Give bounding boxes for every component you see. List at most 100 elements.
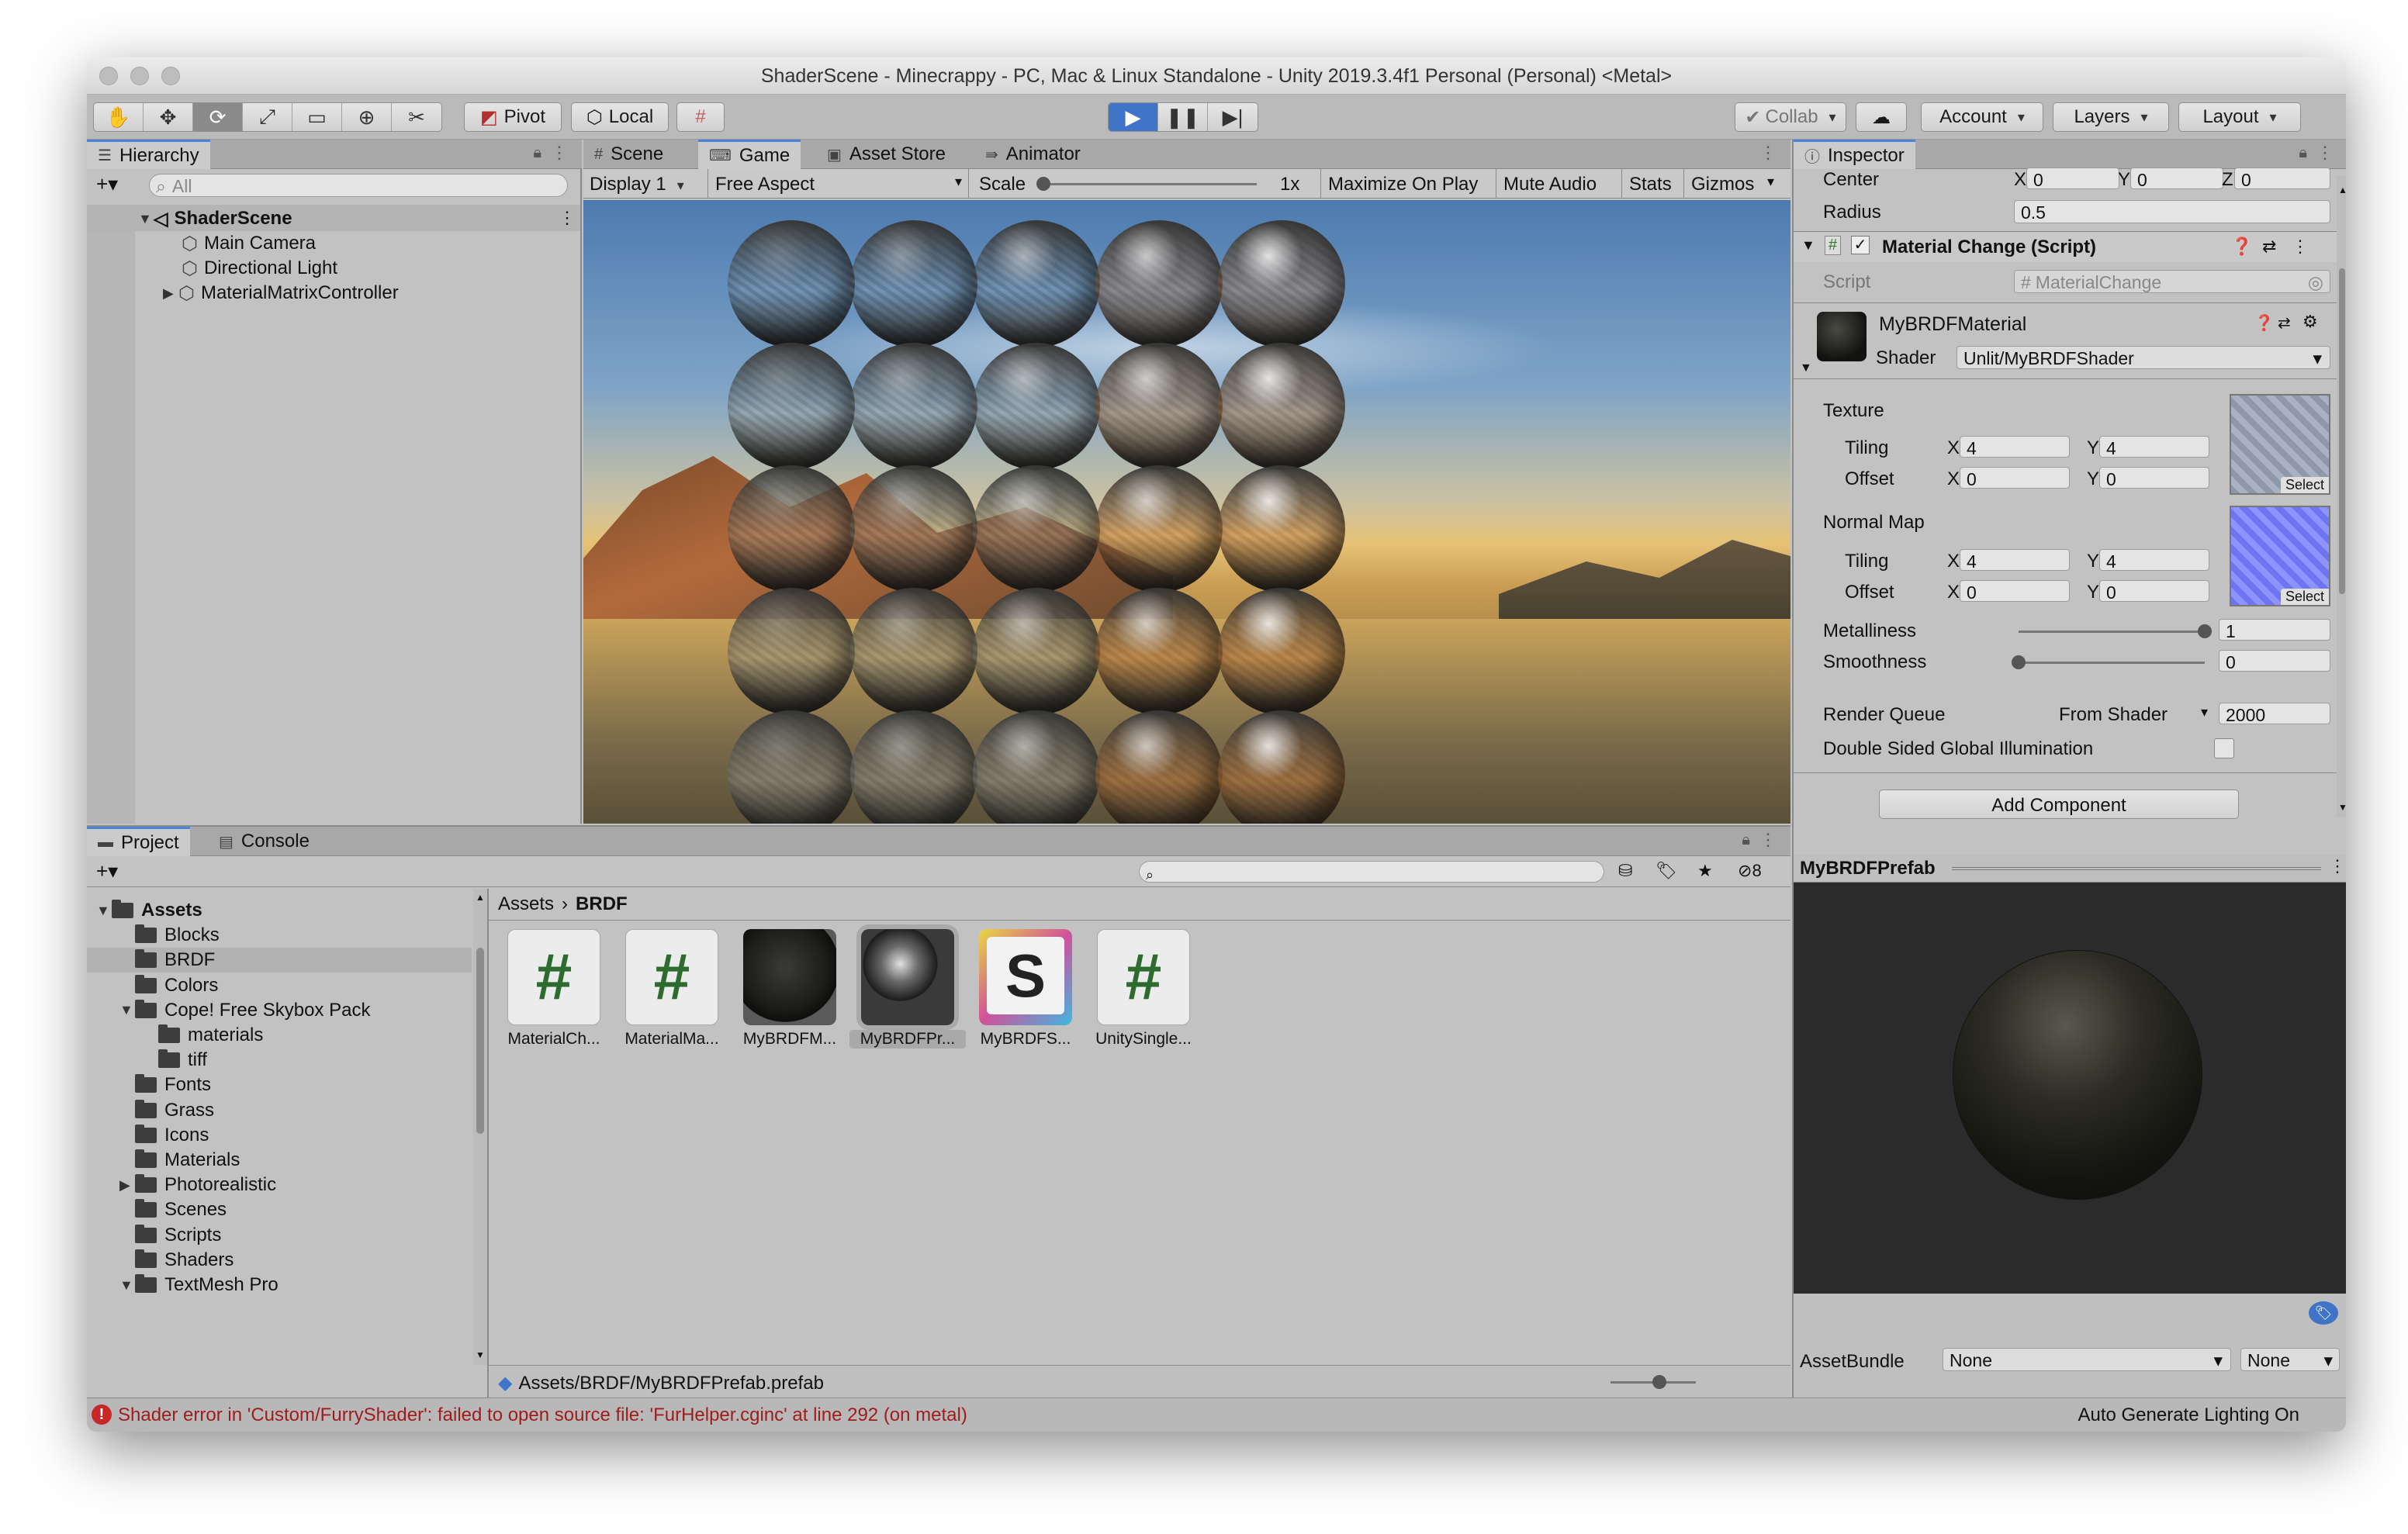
assetbundle-variant-dropdown[interactable]: None ▾ [2240, 1348, 2340, 1371]
project-tree-item[interactable]: Blocks [87, 923, 472, 948]
lock-icon[interactable]: 🔒︎ [1742, 831, 1750, 849]
asset-prefab-icon[interactable] [861, 929, 954, 1025]
project-tree-item[interactable]: Shaders [87, 1248, 472, 1273]
asset-label[interactable]: MyBRDFM... [732, 1030, 848, 1049]
texture-select-button[interactable]: Select [2280, 477, 2329, 493]
project-search-input[interactable]: ⌕ [1139, 861, 1604, 883]
help-icon[interactable]: ❓ [2254, 313, 2274, 333]
aspect-dropdown[interactable]: Free Aspect ▾ [715, 174, 962, 195]
expand-arrow-icon[interactable]: ▼ [119, 1277, 135, 1294]
step-button[interactable]: ▶| [1208, 103, 1258, 131]
scene-menu-icon[interactable]: ⋮ [559, 208, 576, 228]
pivot-toggle[interactable]: ◩ Pivot [464, 102, 562, 132]
component-enabled-checkbox[interactable]: ✓ [1851, 236, 1870, 254]
create-asset-dropdown[interactable]: +▾ [96, 859, 118, 883]
project-tree-item[interactable]: ▶ Photorealistic [87, 1173, 472, 1197]
scroll-up-icon[interactable]: ▲ [476, 892, 485, 903]
hierarchy-search-input[interactable]: ⌕ All [149, 174, 568, 197]
smoothness-field[interactable]: 0 [2219, 650, 2330, 672]
presets-icon[interactable]: ⇄ [2278, 313, 2291, 333]
assetbundle-dropdown[interactable]: None ▾ [1943, 1348, 2231, 1371]
smoothness-slider-track[interactable] [2019, 662, 2205, 664]
tab-hierarchy[interactable]: ☰ Hierarchy [87, 140, 210, 169]
project-tree-item[interactable]: tiff [87, 1048, 472, 1073]
asset-label-icon[interactable]: 🏷︎ [2309, 1301, 2338, 1325]
texture-tiling-y-field[interactable]: 4 [2099, 436, 2209, 458]
transform-tool-icon[interactable]: ⊕ [342, 103, 392, 131]
kebab-menu-icon[interactable]: ⋮ [1759, 830, 1777, 850]
scroll-up-icon[interactable]: ▲ [2338, 185, 2346, 195]
maximize-on-play-toggle[interactable]: Maximize On Play [1328, 174, 1478, 195]
project-tree-scrollbar[interactable]: ▲ ▼ [473, 889, 487, 1365]
preview-menu-icon[interactable]: ⋮ [2329, 856, 2346, 876]
inspector-scrollbar[interactable]: ▲ ▼ [2337, 175, 2346, 817]
lock-icon[interactable]: 🔒︎ [2299, 144, 2307, 162]
asset-shader-icon[interactable]: S [979, 929, 1072, 1025]
radius-field[interactable]: 0.5 [2014, 200, 2330, 223]
asset-label[interactable]: MaterialMa... [614, 1030, 730, 1049]
asset-script-icon[interactable]: # [507, 929, 600, 1025]
component-header[interactable]: ▼ # ✓ Material Change (Script) ❓ ⇄ ⋮ [1794, 233, 2337, 262]
asset-script-icon[interactable]: # [1097, 929, 1190, 1025]
rotate-tool-icon[interactable]: ⟳ [193, 103, 243, 131]
object-picker-icon[interactable]: ◎ [2308, 272, 2323, 293]
metalliness-field[interactable]: 1 [2219, 619, 2330, 641]
tab-scene[interactable]: # Scene [583, 140, 674, 169]
expand-arrow-icon[interactable]: ▼ [119, 1002, 135, 1018]
component-menu-icon[interactable]: ⋮ [2292, 237, 2309, 257]
preview-drag-handle[interactable] [1952, 867, 2321, 870]
scroll-down-icon[interactable]: ▼ [2338, 802, 2346, 813]
asset-material-icon[interactable] [743, 929, 836, 1025]
gizmos-toggle[interactable]: Gizmos [1691, 174, 1754, 195]
project-tree-item[interactable]: Scenes [87, 1197, 472, 1222]
scrollbar-thumb[interactable] [2339, 268, 2345, 594]
project-tree-item[interactable]: Colors [87, 973, 472, 998]
display-dropdown[interactable]: Display 1 [590, 174, 684, 195]
scene-item[interactable]: ▼ ◁ ShaderScene [138, 206, 292, 231]
tab-project[interactable]: ▬ Project [87, 827, 190, 856]
breadcrumb-brdf[interactable]: BRDF [576, 893, 628, 914]
project-tree-item[interactable]: ▼ Cope! Free Skybox Pack [87, 998, 472, 1023]
double-sided-gi-checkbox[interactable] [2214, 738, 2234, 758]
settings-gear-icon[interactable]: ⚙ [2302, 312, 2318, 332]
asset-label[interactable]: UnitySingle... [1085, 1030, 1202, 1049]
play-button[interactable]: ▶ [1109, 103, 1158, 131]
tab-asset-store[interactable]: ▣ Asset Store [816, 140, 957, 169]
grid-snap-button[interactable]: # [676, 102, 725, 132]
scroll-down-icon[interactable]: ▼ [476, 1349, 485, 1360]
layers-dropdown[interactable]: Layers [2053, 102, 2169, 132]
project-tree-item[interactable]: Materials [87, 1148, 472, 1173]
expand-arrow-icon[interactable]: ▼ [96, 903, 112, 919]
smoothness-slider-handle[interactable] [2012, 655, 2026, 669]
scrollbar-thumb[interactable] [476, 948, 484, 1134]
tab-game[interactable]: ⌨ Game [698, 140, 801, 169]
project-tree-item[interactable]: materials [87, 1023, 472, 1048]
center-x-field[interactable]: 0 [2026, 168, 2119, 190]
project-tree-item[interactable]: Scripts [87, 1223, 472, 1248]
account-dropdown[interactable]: Account [1921, 102, 2043, 132]
icon-size-slider-handle[interactable] [1652, 1375, 1666, 1389]
rect-tool-icon[interactable]: ▭ [292, 103, 342, 131]
help-icon[interactable]: ❓ [2231, 237, 2252, 257]
normal-map-slot[interactable]: Select [2230, 506, 2330, 606]
layout-dropdown[interactable]: Layout [2178, 102, 2301, 132]
render-queue-mode-dropdown[interactable]: From Shader ▾ [2059, 704, 2211, 726]
kebab-menu-icon[interactable]: ⋮ [2316, 143, 2334, 163]
kebab-menu-icon[interactable]: ⋮ [551, 143, 568, 163]
scale-slider-track[interactable] [1040, 183, 1257, 185]
hidden-packages-toggle[interactable]: ⊘8 [1738, 861, 1762, 881]
scale-slider-handle[interactable] [1036, 177, 1050, 191]
tab-console[interactable]: ▤ Console [208, 827, 320, 856]
favorite-star-icon[interactable]: ★ [1697, 861, 1713, 881]
hand-tool-icon[interactable]: ✋ [94, 103, 144, 131]
normal-tiling-y-field[interactable]: 4 [2099, 549, 2209, 572]
create-dropdown[interactable]: +▾ [96, 172, 118, 196]
texture-offset-x-field[interactable]: 0 [1960, 467, 2070, 489]
project-tree-item[interactable]: Icons [87, 1123, 472, 1148]
asset-label[interactable]: MyBRDFPr... [849, 1030, 966, 1049]
scale-tool-icon[interactable]: ⤢ [243, 103, 292, 131]
mute-audio-toggle[interactable]: Mute Audio [1503, 174, 1597, 195]
asset-label[interactable]: MyBRDFS... [967, 1030, 1084, 1049]
search-by-label-icon[interactable]: 🏷︎ [1656, 861, 1677, 881]
metalliness-slider-handle[interactable] [2198, 624, 2212, 638]
